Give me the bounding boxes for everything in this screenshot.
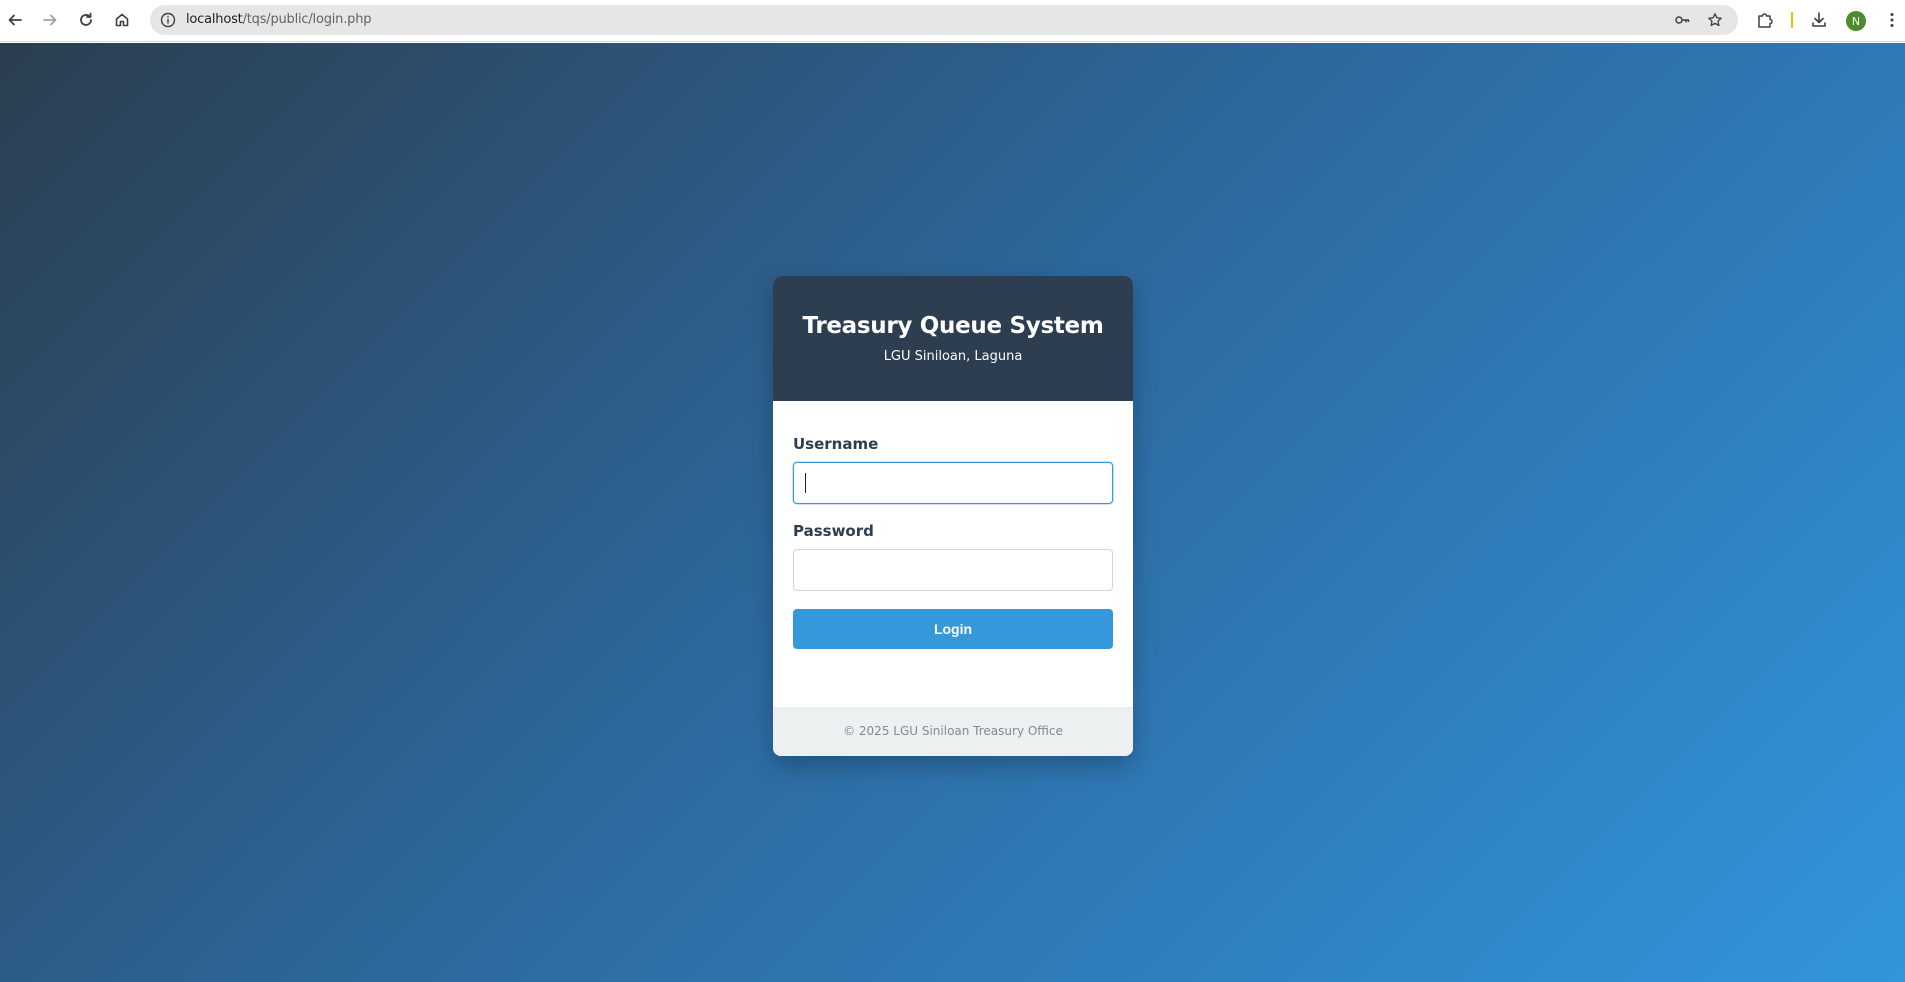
url-path: /tqs/public/login.php (242, 12, 372, 27)
download-icon[interactable] (1810, 11, 1828, 29)
username-input[interactable] (793, 462, 1113, 504)
home-button[interactable] (109, 7, 135, 33)
site-info-icon[interactable] (160, 12, 176, 28)
home-icon (115, 13, 129, 27)
username-label: Username (793, 435, 879, 453)
url-text[interactable]: localhost/tqs/public/login.php (186, 12, 371, 27)
text-caret (805, 473, 806, 493)
profile-avatar[interactable]: N (1846, 11, 1866, 31)
key-icon[interactable] (1674, 12, 1690, 28)
page-subtitle: LGU Siniloan, Laguna (883, 349, 1023, 364)
password-group: Password (793, 522, 1113, 591)
password-label: Password (793, 522, 874, 540)
card-header: Treasury Queue System LGU Siniloan, Lagu… (773, 276, 1133, 401)
login-form: Username Password Login (773, 401, 1133, 707)
arrow-right-icon (43, 14, 57, 26)
url-host: localhost (186, 12, 243, 27)
login-button[interactable]: Login (793, 609, 1113, 649)
password-input[interactable] (793, 549, 1113, 591)
page-background: Treasury Queue System LGU Siniloan, Lagu… (0, 43, 1905, 982)
card-footer: © 2025 LGU Siniloan Treasury Office (773, 707, 1133, 756)
forward-button[interactable] (37, 7, 63, 33)
username-group: Username (793, 435, 1113, 504)
address-bar[interactable]: localhost/tqs/public/login.php (150, 5, 1738, 35)
reload-button[interactable] (73, 7, 99, 33)
menu-dots-icon[interactable] (1883, 11, 1901, 29)
login-card: Treasury Queue System LGU Siniloan, Lagu… (773, 276, 1133, 756)
arrow-left-icon (8, 14, 22, 26)
divider (1791, 12, 1793, 28)
page-title: Treasury Queue System (802, 313, 1104, 339)
browser-toolbar: localhost/tqs/public/login.php N (0, 0, 1905, 42)
star-icon[interactable] (1707, 12, 1723, 28)
puzzle-icon[interactable] (1756, 11, 1774, 29)
refresh-icon (80, 12, 92, 26)
username-wrap (793, 462, 1113, 504)
back-button[interactable] (2, 7, 28, 33)
